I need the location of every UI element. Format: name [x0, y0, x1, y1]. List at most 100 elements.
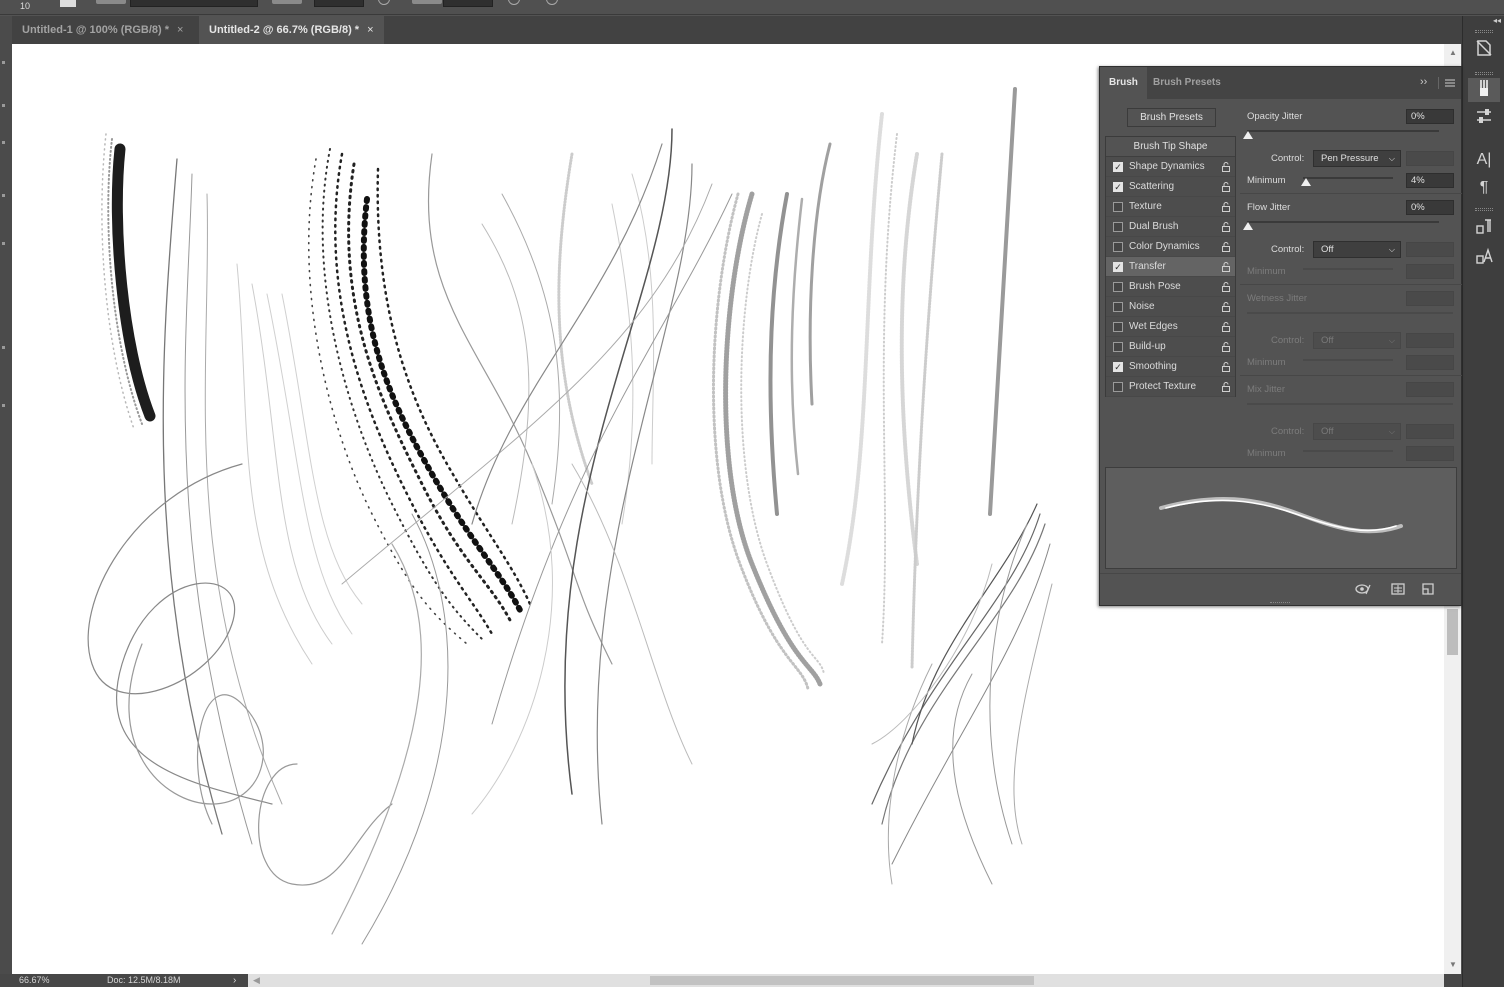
checkbox[interactable]	[1113, 302, 1123, 312]
lock-icon[interactable]	[1221, 302, 1231, 312]
brush-panel-icon[interactable]	[1468, 78, 1500, 102]
section-divider	[1240, 193, 1462, 194]
tab-untitled-2[interactable]: Untitled-2 @ 66.7% (RGB/8) * ×	[199, 16, 384, 44]
brush-setting-color-dynamics[interactable]: Color Dynamics	[1106, 237, 1235, 257]
lock-icon[interactable]	[1221, 342, 1231, 352]
flow-jitter-thumb[interactable]	[1243, 222, 1253, 230]
brush-setting-shape-dynamics[interactable]: ✓ Shape Dynamics	[1106, 157, 1235, 177]
lock-icon[interactable]	[1221, 222, 1231, 232]
lock-icon[interactable]	[1221, 382, 1231, 392]
checkbox[interactable]: ✓	[1113, 362, 1123, 372]
lock-icon[interactable]	[1221, 202, 1231, 212]
character-styles-icon[interactable]	[1468, 246, 1500, 270]
mix-jitter-slider	[1247, 403, 1453, 405]
panel-resize-grip[interactable]	[1270, 602, 1290, 605]
brush-settings-list: Brush Tip Shape ✓ Shape Dynamics ✓ Scatteri…	[1105, 136, 1236, 397]
checkbox[interactable]	[1113, 222, 1123, 232]
checkbox[interactable]	[1113, 342, 1123, 352]
opacity-minimum-thumb[interactable]	[1301, 178, 1311, 186]
lock-icon[interactable]	[1221, 182, 1231, 192]
checkbox[interactable]	[1113, 242, 1123, 252]
brush-presets-button[interactable]: Brush Presets	[1127, 108, 1216, 127]
panel-menu-icon[interactable]	[1445, 79, 1455, 87]
dock-grip[interactable]	[1475, 30, 1493, 33]
opacity-field[interactable]	[314, 0, 364, 7]
show-selected-brush-icon[interactable]	[1390, 582, 1406, 596]
tool-marker	[2, 141, 5, 144]
brush-setting-dual-brush[interactable]: Dual Brush	[1106, 217, 1235, 237]
checkbox[interactable]: ✓	[1113, 182, 1123, 192]
scroll-left-icon[interactable]: ◀	[253, 974, 260, 987]
checkbox[interactable]: ✓	[1113, 162, 1123, 172]
checkbox[interactable]: ✓	[1113, 262, 1123, 272]
opacity-control-extra-field	[1406, 151, 1454, 166]
paragraph-panel-icon[interactable]: ¶	[1468, 176, 1500, 200]
brush-setting-texture[interactable]: Texture	[1106, 197, 1235, 217]
mix-minimum-field	[1406, 446, 1454, 461]
checkbox[interactable]	[1113, 202, 1123, 212]
dock-grip[interactable]	[1475, 208, 1493, 211]
airbrush-icon[interactable]	[508, 0, 520, 5]
lock-icon[interactable]	[1221, 162, 1231, 172]
checkbox[interactable]	[1113, 382, 1123, 392]
brush-setting-transfer[interactable]: ✓ Transfer	[1106, 257, 1235, 277]
lock-icon[interactable]	[1221, 282, 1231, 292]
checkbox[interactable]	[1113, 322, 1123, 332]
brush-preset-picker-icon[interactable]	[60, 0, 76, 7]
character-panel-icon[interactable]: A|	[1468, 148, 1500, 172]
brush-setting-protect-texture[interactable]: Protect Texture	[1106, 377, 1235, 397]
lock-icon[interactable]	[1221, 362, 1231, 372]
tab-untitled-1[interactable]: Untitled-1 @ 100% (RGB/8) * ×	[12, 16, 194, 44]
pressure-size-icon[interactable]	[546, 0, 558, 5]
lock-icon[interactable]	[1221, 322, 1231, 332]
flow-jitter-slider[interactable]	[1247, 221, 1439, 223]
brush-setting-build-up[interactable]: Build-up	[1106, 337, 1235, 357]
close-icon[interactable]: ×	[367, 24, 373, 36]
mode-select[interactable]	[130, 0, 258, 7]
brush-setting-scattering[interactable]: ✓ Scattering	[1106, 177, 1235, 197]
brush-setting-wet-edges[interactable]: Wet Edges	[1106, 317, 1235, 337]
scroll-up-icon[interactable]: ▲	[1449, 48, 1457, 57]
tab-brush[interactable]: Brush	[1100, 67, 1147, 99]
toggle-live-tip-preview-icon[interactable]	[1355, 582, 1371, 596]
lock-icon[interactable]	[1221, 242, 1231, 252]
vertical-scroll-thumb[interactable]	[1447, 609, 1458, 655]
brush-setting-label: Transfer	[1129, 261, 1166, 272]
pressure-opacity-icon[interactable]	[378, 0, 390, 5]
paragraph-styles-icon[interactable]	[1468, 216, 1500, 240]
opacity-minimum-field[interactable]: 4%	[1406, 173, 1454, 188]
mix-minimum-label: Minimum	[1247, 448, 1286, 459]
status-menu-chevron[interactable]: ›	[233, 974, 236, 987]
brush-setting-smoothing[interactable]: ✓ Smoothing	[1106, 357, 1235, 377]
zoom-level[interactable]: 66.67%	[19, 974, 75, 987]
brush-size-readout[interactable]: 10	[20, 1, 30, 11]
brush-setting-brush-pose[interactable]: Brush Pose	[1106, 277, 1235, 297]
opacity-jitter-thumb[interactable]	[1243, 131, 1253, 139]
header-divider	[1438, 77, 1439, 89]
tab-brush-presets[interactable]: Brush Presets	[1144, 67, 1230, 99]
lock-icon[interactable]	[1221, 262, 1231, 272]
create-new-brush-icon[interactable]	[1420, 582, 1436, 596]
canvas-horizontal-scrollbar[interactable]: ◀	[248, 974, 1444, 987]
brush-setting-label: Build-up	[1129, 341, 1166, 352]
close-icon[interactable]: ×	[177, 24, 183, 36]
brush-settings-icon[interactable]	[1468, 106, 1500, 130]
opacity-jitter-slider[interactable]	[1247, 130, 1439, 132]
brush-tip-shape-item[interactable]: Brush Tip Shape	[1106, 137, 1235, 157]
collapse-dock-icon[interactable]: ◂◂	[1463, 16, 1504, 26]
wetness-jitter-field	[1406, 291, 1454, 306]
scroll-down-icon[interactable]: ▼	[1449, 960, 1457, 969]
opacity-control-select[interactable]: Pen Pressure ⌵	[1313, 150, 1401, 167]
checkbox[interactable]	[1113, 282, 1123, 292]
flow-field[interactable]	[443, 0, 493, 7]
flow-control-select[interactable]: Off ⌵	[1313, 241, 1401, 258]
expand-panel-icon[interactable]: ››	[1420, 76, 1427, 88]
dock-grip[interactable]	[1475, 72, 1493, 75]
brush-panel-header: Brush Brush Presets ››	[1100, 67, 1461, 99]
brush-setting-noise[interactable]: Noise	[1106, 297, 1235, 317]
clone-source-icon[interactable]	[1468, 38, 1500, 62]
flow-jitter-field[interactable]: 0%	[1406, 200, 1454, 215]
opacity-minimum-slider[interactable]	[1303, 177, 1393, 179]
horizontal-scroll-thumb[interactable]	[650, 976, 1034, 985]
opacity-jitter-field[interactable]: 0%	[1406, 109, 1454, 124]
